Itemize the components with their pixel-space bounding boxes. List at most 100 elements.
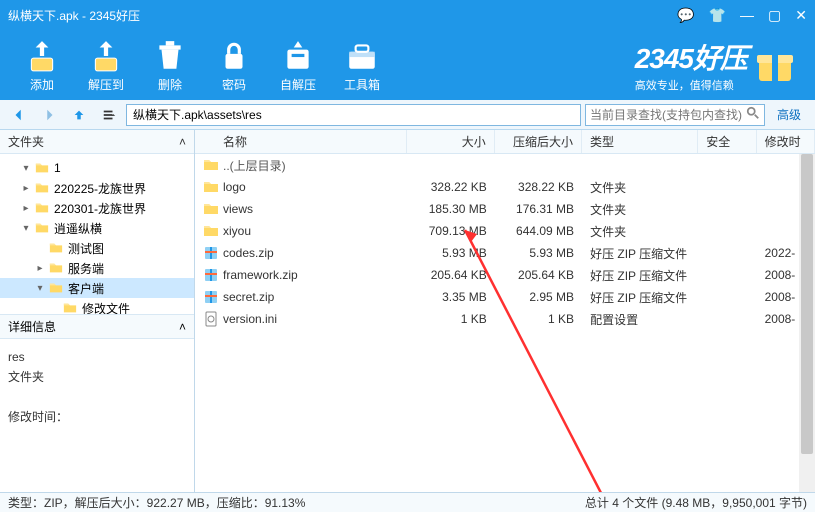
delete-button[interactable]: 删除 xyxy=(138,38,202,93)
file-row[interactable]: secret.zip3.35 MB2.95 MB好压 ZIP 压缩文件2008- xyxy=(195,286,815,308)
tree-label: 客户端 xyxy=(68,280,104,297)
file-type: 文件夹 xyxy=(582,201,698,218)
details-type: 文件夹 xyxy=(8,367,186,387)
col-size[interactable]: 大小 xyxy=(407,130,494,153)
details-pane: 详细信息 ˄ res 文件夹 修改时间： xyxy=(0,314,194,435)
statusbar: 类型：ZIP，解压后大小：922.27 MB，压缩比：91.13% 总计 4 个… xyxy=(0,492,815,512)
trash-icon xyxy=(152,38,188,74)
file-name: logo xyxy=(223,180,246,194)
tree-node[interactable]: ▸ 220225-龙族世界 xyxy=(0,178,194,198)
expand-icon[interactable]: ▾ xyxy=(34,283,46,294)
tree-node[interactable]: ▾ 客户端 xyxy=(0,278,194,298)
details-name: res xyxy=(8,347,186,367)
folder-icon xyxy=(49,261,65,275)
maximize-button[interactable]: ▢ xyxy=(768,7,781,24)
col-csize[interactable]: 压缩后大小 xyxy=(495,130,582,153)
zip-icon xyxy=(203,289,219,305)
tree-label: 220225-龙族世界 xyxy=(54,180,146,197)
file-row[interactable]: xiyou709.13 MB644.09 MB文件夹 xyxy=(195,220,815,242)
tree-node[interactable]: ▸ 服务端 xyxy=(0,258,194,278)
file-name: version.ini xyxy=(223,312,277,326)
folder-icon xyxy=(35,201,51,215)
details-body: res 文件夹 修改时间： xyxy=(0,339,194,435)
extract-icon xyxy=(88,38,124,74)
expand-icon[interactable]: ▸ xyxy=(20,203,32,214)
search-input[interactable] xyxy=(590,108,746,122)
window-buttons: 💬 👕 — ▢ ✕ xyxy=(677,7,807,24)
file-name: secret.zip xyxy=(223,290,274,304)
file-size: 328.22 KB xyxy=(408,180,495,194)
tree-node[interactable]: 测试图 xyxy=(0,238,194,258)
chevron-up-icon[interactable]: ˄ xyxy=(179,320,186,334)
folder-icon xyxy=(35,221,51,235)
password-button[interactable]: 密码 xyxy=(202,38,266,93)
window-title: 纵横天下.apk - 2345好压 xyxy=(8,7,677,24)
tree-label: 1 xyxy=(54,161,61,175)
expand-icon[interactable]: ▾ xyxy=(20,223,32,234)
file-type: 配置设置 xyxy=(582,311,698,328)
ini-icon xyxy=(203,311,219,327)
view-dropdown[interactable] xyxy=(96,104,122,126)
expand-icon[interactable]: ▸ xyxy=(20,183,32,194)
tree-label: 逍遥纵横 xyxy=(54,220,102,237)
file-type: 好压 ZIP 压缩文件 xyxy=(582,245,698,262)
folder-icon xyxy=(203,179,219,195)
col-name[interactable]: 名称 xyxy=(195,130,407,153)
extract-button[interactable]: 解压到 xyxy=(74,38,138,93)
tree-label: 220301-龙族世界 xyxy=(54,200,146,217)
file-csize: 205.64 KB xyxy=(495,268,582,282)
back-button[interactable] xyxy=(6,104,32,126)
file-csize: 328.22 KB xyxy=(495,180,582,194)
tree-label: 服务端 xyxy=(68,260,104,277)
advanced-link[interactable]: 高级 xyxy=(769,106,809,123)
lock-icon xyxy=(216,38,252,74)
file-size: 3.35 MB xyxy=(408,290,495,304)
file-csize: 644.09 MB xyxy=(495,224,582,238)
col-type[interactable]: 类型 xyxy=(582,130,698,153)
col-mtime[interactable]: 修改时 xyxy=(757,130,815,153)
file-row[interactable]: logo328.22 KB328.22 KB文件夹 xyxy=(195,176,815,198)
vertical-scrollbar[interactable] xyxy=(799,154,815,492)
up-button[interactable] xyxy=(66,104,92,126)
toolbox-icon xyxy=(344,38,380,74)
minimize-button[interactable]: — xyxy=(740,7,754,23)
file-row[interactable]: codes.zip5.93 MB5.93 MB好压 ZIP 压缩文件2022- xyxy=(195,242,815,264)
tree-node[interactable]: ▾1 xyxy=(0,158,194,178)
file-row[interactable]: version.ini1 KB1 KB配置设置2008- xyxy=(195,308,815,330)
file-name: codes.zip xyxy=(223,246,274,260)
sfx-button[interactable]: 自解压 xyxy=(266,38,330,93)
skin-icon[interactable]: 👕 xyxy=(709,7,726,24)
tree-node[interactable]: ▾ 逍遥纵横 xyxy=(0,218,194,238)
file-row[interactable]: framework.zip205.64 KB205.64 KB好压 ZIP 压缩… xyxy=(195,264,815,286)
main-toolbar: 添加 解压到 删除 密码 自解压 工具箱 2345好压 高效专业，值得信赖 xyxy=(0,30,815,100)
forward-button[interactable] xyxy=(36,104,62,126)
details-mtime-label: 修改时间： xyxy=(8,407,186,427)
folder-icon xyxy=(35,161,51,175)
path-input[interactable] xyxy=(126,104,581,126)
tree-node[interactable]: 修改文件 xyxy=(0,298,194,314)
close-button[interactable]: ✕ xyxy=(795,7,807,24)
details-header: 详细信息 ˄ xyxy=(0,315,194,339)
col-safe[interactable]: 安全 xyxy=(698,130,756,153)
zip-icon xyxy=(203,267,219,283)
status-left: 类型：ZIP，解压后大小：922.27 MB，压缩比：91.13% xyxy=(8,494,305,511)
file-list: 名称 大小 压缩后大小 类型 安全 修改时 ..(上层目录) logo 328.22… xyxy=(195,130,815,492)
file-row[interactable]: ..(上层目录) xyxy=(195,154,815,176)
brand-text: 2345好压 xyxy=(635,37,747,77)
expand-icon[interactable]: ▾ xyxy=(20,163,32,174)
search-box[interactable] xyxy=(585,104,765,126)
folder-icon xyxy=(63,301,79,314)
chevron-up-icon[interactable]: ˄ xyxy=(179,135,186,149)
tree-node[interactable]: ▸ 220301-龙族世界 xyxy=(0,198,194,218)
search-icon[interactable] xyxy=(746,106,760,123)
chat-icon[interactable]: 💬 xyxy=(677,7,694,24)
add-button[interactable]: 添加 xyxy=(10,38,74,93)
folder-icon xyxy=(35,181,51,195)
file-type: 文件夹 xyxy=(582,179,698,196)
folder-icon xyxy=(203,157,219,173)
file-size: 185.30 MB xyxy=(408,202,495,216)
toolbox-button[interactable]: 工具箱 xyxy=(330,38,394,93)
add-icon xyxy=(24,38,60,74)
expand-icon[interactable]: ▸ xyxy=(34,263,46,274)
file-row[interactable]: views185.30 MB176.31 MB文件夹 xyxy=(195,198,815,220)
